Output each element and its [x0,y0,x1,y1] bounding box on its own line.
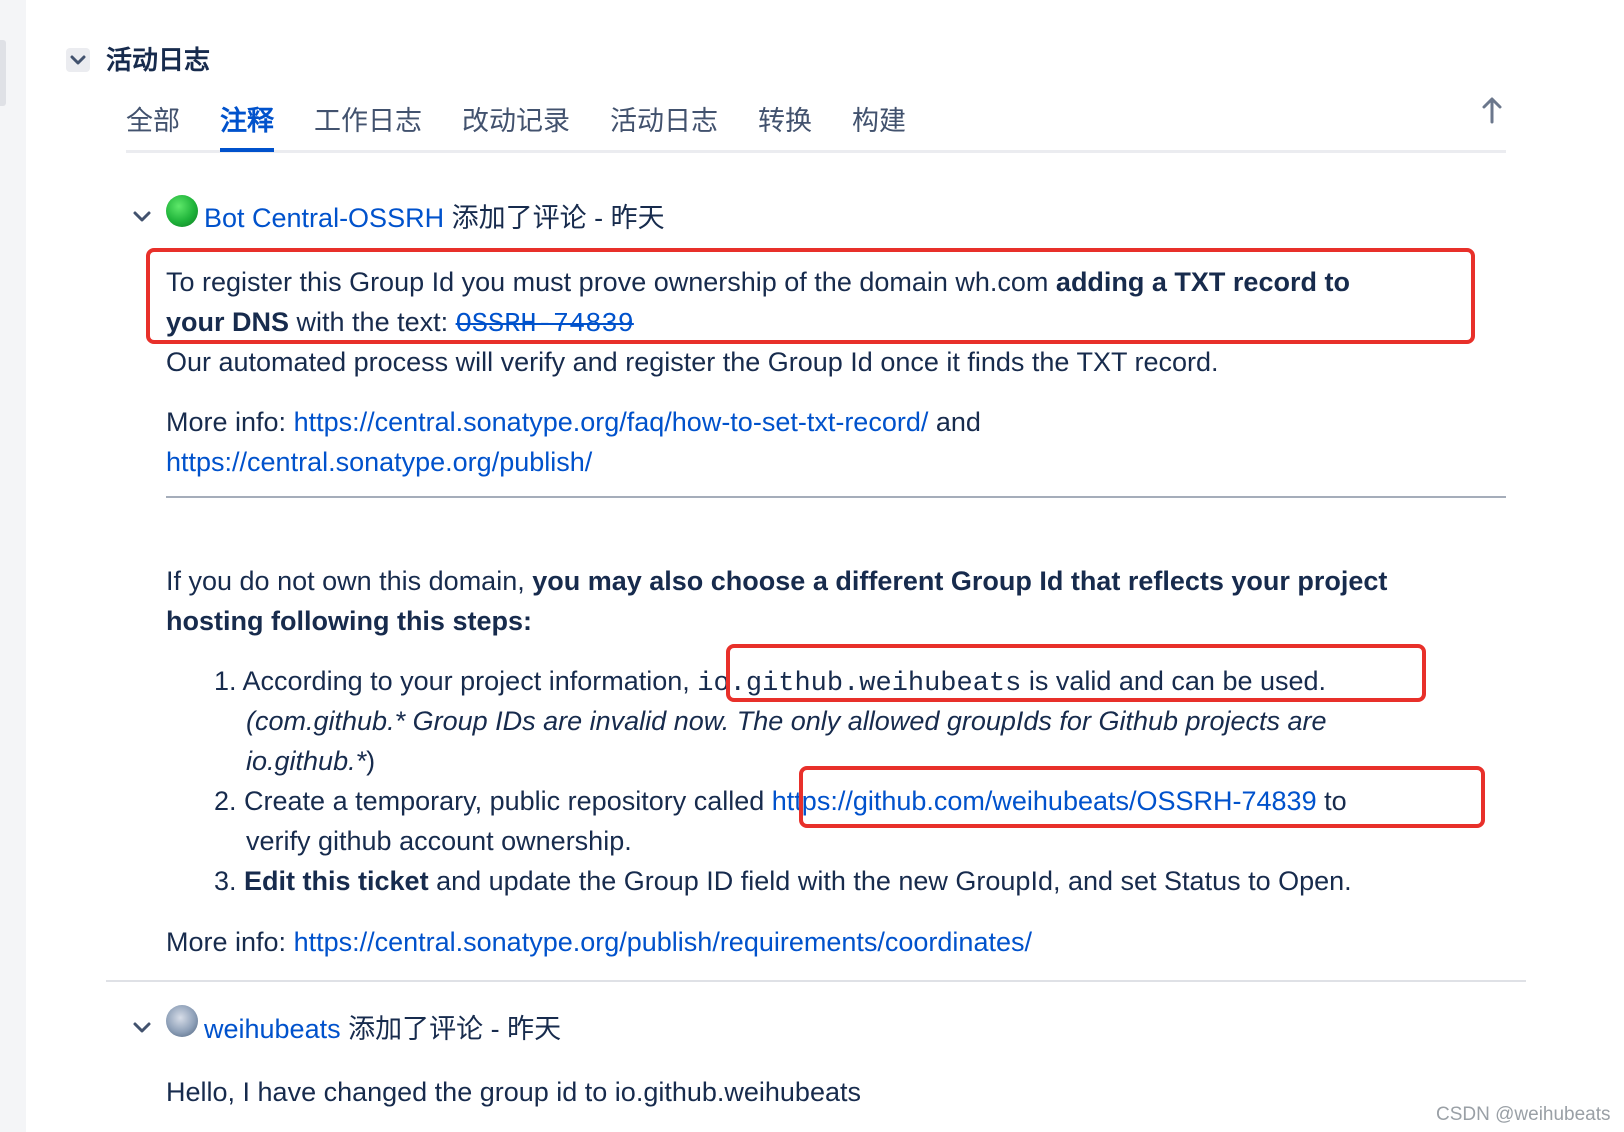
highlight-box [799,766,1485,828]
avatar[interactable] [166,195,198,227]
tab-history[interactable]: 改动记录 [462,104,570,138]
avatar[interactable] [166,1005,198,1037]
comment-author-link[interactable]: Bot Central-OSSRH [204,203,444,233]
list-item-note: io.github.*) [246,741,375,781]
comment-divider [106,980,1526,982]
list-item-note: (com.github.* Group IDs are invalid now.… [246,706,1327,736]
scroll-top-button[interactable] [1480,96,1504,126]
chevron-down-icon [70,55,86,65]
bold-text: Edit this ticket [236,866,429,896]
left-gutter [0,0,26,1132]
tab-all[interactable]: 全部 [126,104,180,138]
comment-collapse-button[interactable] [131,205,153,227]
more-info-line: https://central.sonatype.org/publish/ [166,442,592,482]
text-span: ) [366,746,376,776]
list-item: 3. Edit this ticket and update the Group… [214,861,1352,901]
tab-builds[interactable]: 构建 [852,104,906,138]
chevron-down-icon [133,211,151,222]
watermark: CSDN @weihubeats [1436,1104,1611,1125]
tab-transitions[interactable]: 转换 [758,104,812,138]
text-span: Create a temporary, public repository ca… [236,786,772,816]
tab-comments[interactable]: 注释 [220,104,274,152]
gutter-tab[interactable] [0,40,6,106]
comment-paragraph: Hello, I have changed the group id to io… [166,1077,861,1107]
more-info-line: More info: https://central.sonatype.org/… [166,402,981,442]
arrow-up-icon [1482,97,1502,124]
list-item-note: verify github account ownership. [246,826,632,856]
highlight-box [726,644,1426,702]
comment-paragraph: Our automated process will verify and re… [166,347,1219,377]
more-info-label: More info: [166,927,294,957]
comment-action-text: 添加了评论 - 昨天 [444,203,665,233]
text-span: and update the Group ID field with the n… [428,866,1352,896]
comment-action-text: 添加了评论 - 昨天 [340,1014,562,1044]
highlight-box [146,248,1475,344]
text-span: and [928,407,981,437]
section-title: 活动日志 [106,45,211,75]
comment-author-link[interactable]: weihubeats [204,1014,341,1044]
section-toggle-button[interactable] [66,48,90,72]
publish-link[interactable]: https://central.sonatype.org/publish/ [166,447,592,477]
activity-tabs: 全部 注释 工作日志 改动记录 活动日志 转换 构建 [126,100,1506,153]
more-info-label: More info: [166,407,294,437]
bold-text: you may also choose a different Group Id… [532,566,1388,596]
list-number: 3. [214,866,237,896]
bold-text: hosting following this steps: [166,606,532,636]
list-number: 2. [214,786,237,816]
comment-collapse-button[interactable] [131,1016,153,1038]
text-span: If you do not own this domain, [166,566,533,596]
comment-paragraph: If you do not own this domain, you may a… [166,561,1387,601]
chevron-down-icon [133,1022,151,1033]
italic-text: io.github.* [246,746,367,776]
divider [166,496,1506,498]
comment-header: weihubeats 添加了评论 - 昨天 [204,1012,561,1046]
tab-activity[interactable]: 活动日志 [610,104,718,138]
comment-header: Bot Central-OSSRH 添加了评论 - 昨天 [204,201,665,235]
coordinates-link[interactable]: https://central.sonatype.org/publish/req… [294,927,1032,957]
comment-paragraph: hosting following this steps: [166,601,532,641]
more-info-line: More info: https://central.sonatype.org/… [166,922,1032,962]
tab-work-log[interactable]: 工作日志 [314,104,422,138]
txt-record-link[interactable]: https://central.sonatype.org/faq/how-to-… [294,407,929,437]
list-number: 1. [214,666,237,696]
text-span: According to your project information, [236,666,698,696]
